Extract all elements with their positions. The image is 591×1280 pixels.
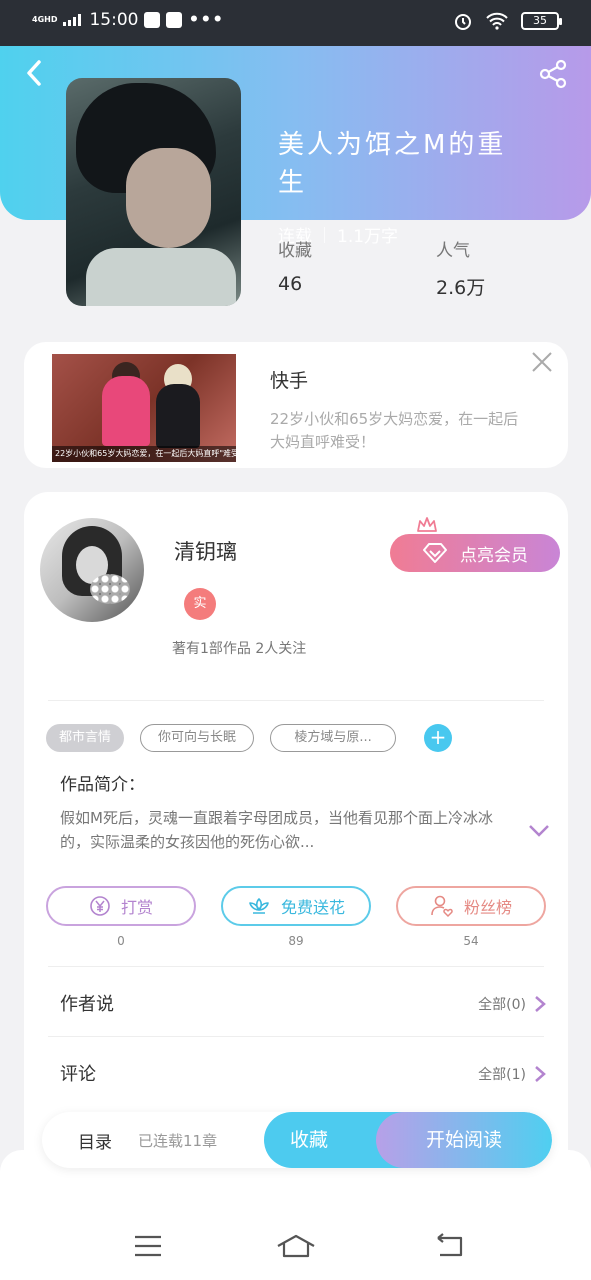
status-left: 4GHD 15:00 ••• <box>32 10 224 30</box>
diamond-icon <box>423 543 447 563</box>
status-bar: 4GHD 15:00 ••• 35 <box>0 0 591 46</box>
comments-all[interactable]: 全部(1) <box>478 1064 546 1084</box>
stat-label: 收藏 <box>278 241 312 261</box>
back-icon[interactable] <box>20 58 50 88</box>
ad-image-caption: 22岁小伙和65岁大妈恋爱，在一起后大妈直呼"难受"！ <box>52 446 236 462</box>
tag[interactable]: 你可向与长眠 <box>140 724 255 752</box>
tag[interactable]: 都市言情 <box>46 724 125 752</box>
gallery-icon <box>166 12 183 28</box>
author-stats: 著有1部作品 2人关注 <box>172 641 307 657</box>
book-title: 美人为饵之M的重生 <box>278 130 507 198</box>
ad-description: 22岁小伙和65岁大妈恋爱，在一起后 大妈直呼难受！ <box>270 410 519 451</box>
chevron-right-icon <box>535 1066 546 1082</box>
return-icon[interactable] <box>434 1232 466 1260</box>
author-says-row[interactable]: 作者说 全部(0) <box>60 990 546 1020</box>
author-says-all-label: 全部(0) <box>478 997 526 1013</box>
intro-text: 假如M死后，灵魂一直跟着字母团成员，当他看见那个面上冷冰冰的，实际温柔的女孩因他… <box>60 809 493 851</box>
comments-label: 评论 <box>60 1064 96 1085</box>
home-icon[interactable] <box>276 1232 316 1260</box>
ad-image[interactable]: 22岁小伙和65岁大妈恋爱，在一起后大妈直呼"难受"！ <box>52 354 236 462</box>
stat-value: 46 <box>278 273 303 295</box>
tag[interactable]: 棱方域与原... <box>270 724 397 752</box>
signal-icon <box>63 14 82 26</box>
author-name[interactable]: 清钥璃 <box>174 536 237 566</box>
stat-value: 2.6万 <box>436 277 486 299</box>
yen-icon <box>90 896 110 916</box>
menu-icon[interactable] <box>132 1232 164 1260</box>
flower-count: 89 <box>288 934 304 948</box>
ad-title: 快手 <box>270 370 309 392</box>
comments-row[interactable]: 评论 全部(1) <box>60 1060 546 1090</box>
flower-action: 免费送花 89 <box>221 886 371 948</box>
fans-count: 54 <box>463 934 479 948</box>
fans-icon <box>431 895 453 918</box>
author-says-all[interactable]: 全部(0) <box>478 994 546 1014</box>
start-reading-button[interactable]: 开始阅读 <box>376 1112 552 1168</box>
ad-card[interactable]: 22岁小伙和65岁大妈恋爱，在一起后大妈直呼"难受"！ 快手 22岁小伙和65岁… <box>24 342 568 468</box>
send-flower-label: 免费送花 <box>280 898 345 917</box>
system-nav-bar <box>0 1150 591 1280</box>
divider <box>48 1036 544 1037</box>
wifi-icon <box>486 12 508 30</box>
alarm-icon <box>455 14 471 30</box>
stat-popularity: 人气 2.6万 <box>436 236 485 300</box>
divider <box>48 700 544 701</box>
meta-divider <box>324 226 325 243</box>
fans-action: 粉丝榜 54 <box>396 886 546 948</box>
verified-badge: 实 <box>184 588 216 620</box>
notification-icon <box>144 12 161 28</box>
more-notifications: ••• <box>188 10 225 30</box>
reward-count: 0 <box>117 934 125 948</box>
status-time: 15:00 <box>89 10 139 30</box>
flower-icon <box>249 898 269 914</box>
tag-list: 都市言情 你可向与长眠 棱方域与原... + <box>46 724 453 752</box>
reward-label: 打赏 <box>120 898 153 917</box>
bottom-action-bar: 目录 已连载11章 收藏 开始阅读 <box>42 1112 552 1168</box>
vip-label: 点亮会员 <box>460 545 528 566</box>
author-says-label: 作者说 <box>60 994 114 1015</box>
divider <box>48 966 544 967</box>
add-tag-button[interactable]: + <box>424 724 453 752</box>
fans-rank-button[interactable]: 粉丝榜 <box>396 886 546 926</box>
avatar[interactable] <box>40 518 144 622</box>
comments-all-label: 全部(1) <box>478 1067 526 1083</box>
send-flower-button[interactable]: 免费送花 <box>221 886 371 926</box>
share-icon[interactable] <box>537 58 569 90</box>
intro-label: 作品简介： <box>60 775 145 795</box>
author-card: 清钥璃 实 著有1部作品 2人关注 点亮会员 都市言情 你可向与长眠 棱方域与原… <box>24 492 568 1192</box>
battery-icon: 35 <box>521 12 562 30</box>
action-row: 打赏 0 免费送花 89 粉丝榜 54 <box>46 886 546 948</box>
catalog-button[interactable]: 目录 <box>78 1128 112 1153</box>
catalog-status: 已连载11章 <box>138 1132 218 1150</box>
book-cover[interactable] <box>66 78 241 306</box>
chevron-right-icon <box>535 996 546 1012</box>
close-icon[interactable] <box>530 350 554 374</box>
reward-action: 打赏 0 <box>46 886 196 948</box>
word-count: 1.1万字 <box>337 227 399 247</box>
reward-button[interactable]: 打赏 <box>46 886 196 926</box>
status-right: 35 <box>453 11 562 31</box>
crown-icon <box>417 517 437 532</box>
stat-favorites: 收藏 46 <box>278 236 312 295</box>
chevron-down-icon[interactable] <box>528 824 550 838</box>
network-label: 4GHD <box>32 15 58 24</box>
stat-label: 人气 <box>436 241 470 261</box>
fans-rank-label: 粉丝榜 <box>463 898 512 917</box>
vip-button[interactable]: 点亮会员 <box>390 534 560 572</box>
